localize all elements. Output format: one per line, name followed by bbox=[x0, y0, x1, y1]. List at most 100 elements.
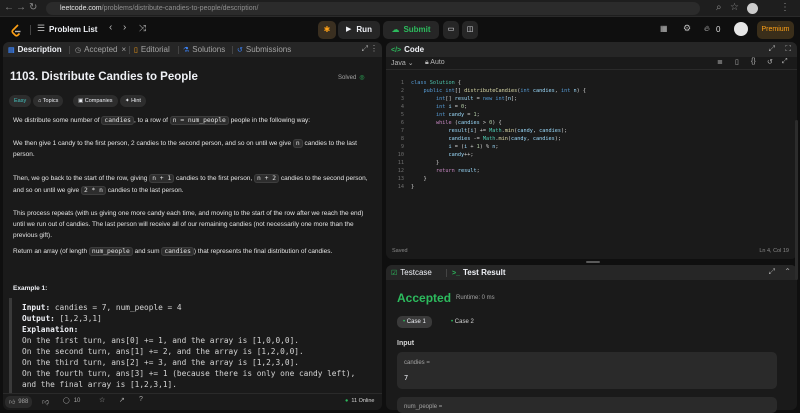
companies-button[interactable]: ▣ Companies bbox=[73, 95, 118, 107]
format-icon[interactable]: ≣ bbox=[717, 58, 723, 66]
problem-title[interactable]: 1103. Distribute Candies to People bbox=[10, 71, 198, 83]
tab-submissions[interactable]: ↺ Submissions bbox=[237, 42, 291, 57]
code-line: int i = 0; bbox=[436, 104, 468, 110]
code-line: result[i] += Math.min(candy, candies); bbox=[448, 128, 568, 134]
example-line: On the first turn, ans[0] += 1, and the … bbox=[22, 336, 299, 345]
tab-separator bbox=[232, 46, 233, 54]
line-number: 12 bbox=[397, 168, 404, 174]
menu-icon[interactable]: ⋮ bbox=[780, 2, 790, 13]
run-button[interactable]: ▶ Run bbox=[338, 21, 380, 39]
code-line: candy++; bbox=[448, 152, 474, 158]
back-icon[interactable]: ← bbox=[4, 2, 14, 13]
tab-test-result[interactable]: >_ Test Result bbox=[452, 265, 506, 280]
inline-code: n bbox=[292, 139, 303, 148]
paragraph-3: Then, we go back to the start of the row… bbox=[13, 174, 368, 183]
address-bar[interactable]: leetcode.com/problems/distribute-candies… bbox=[46, 2, 700, 15]
bookmark-icon[interactable]: ☆ bbox=[730, 2, 739, 13]
bookmark-icon[interactable]: ▯ bbox=[735, 58, 739, 66]
history-icon: ↺ bbox=[237, 47, 243, 54]
line-number: 6 bbox=[400, 120, 404, 126]
star-icon[interactable]: ☆ bbox=[99, 396, 105, 404]
share-icon[interactable]: ↗ bbox=[119, 396, 125, 404]
online-count: 11 Online bbox=[351, 398, 375, 404]
play-icon: ▶ bbox=[346, 26, 352, 33]
tab-solutions[interactable]: ⚗ Solutions bbox=[183, 42, 225, 57]
like-button[interactable]: 👍︎ 988 bbox=[5, 396, 33, 408]
submit-label: Submit bbox=[403, 25, 431, 34]
problem-list-link[interactable]: Problem List bbox=[49, 25, 97, 34]
line-number: 9 bbox=[400, 144, 404, 150]
zoom-icon[interactable]: ⌕ bbox=[716, 2, 722, 13]
like-count: 988 bbox=[18, 399, 29, 405]
reset-icon[interactable]: ↺ bbox=[767, 58, 773, 66]
line-number: 3 bbox=[400, 96, 404, 102]
comments-button[interactable]: ◯ 10 bbox=[63, 397, 80, 405]
forward-icon[interactable]: → bbox=[16, 2, 26, 13]
help-icon[interactable]: ? bbox=[139, 396, 143, 403]
example-output: Output: [1,2,3,1] bbox=[22, 314, 102, 325]
paragraph-1: We distribute some number of candies, to… bbox=[13, 116, 311, 125]
reload-icon[interactable]: ↻ bbox=[29, 2, 37, 13]
expand-icon[interactable]: ⤢ bbox=[769, 267, 775, 277]
example-line: On the fourth turn, ans[3] += 1 (because… bbox=[22, 369, 356, 378]
code-icon: </> bbox=[391, 47, 402, 54]
more-icon[interactable]: ⋮ bbox=[370, 44, 378, 53]
hint-button[interactable]: ✦ Hint bbox=[120, 95, 146, 107]
dislike-icon[interactable]: 👎︎ bbox=[42, 397, 49, 406]
difficulty-badge: Easy bbox=[9, 95, 32, 107]
fullscreen-icon[interactable]: ⤢ bbox=[782, 58, 788, 66]
layout-icon[interactable]: ▦ bbox=[660, 24, 668, 33]
paragraph-4-line-3: previous gift). bbox=[13, 232, 53, 239]
case-1-tab[interactable]: • Case 1 bbox=[397, 316, 432, 328]
list-icon[interactable]: ☰ bbox=[37, 23, 45, 34]
prev-problem-icon[interactable]: ‹ bbox=[109, 22, 112, 33]
whiteboard-icon[interactable]: ◫ bbox=[462, 21, 478, 39]
submit-button[interactable]: ☁ Submit bbox=[383, 21, 439, 39]
shuffle-icon[interactable]: ⤨ bbox=[139, 23, 146, 34]
profile-avatar[interactable] bbox=[747, 3, 758, 14]
topics-button[interactable]: ⌂ Topics bbox=[33, 95, 64, 107]
code-line: i = (i + 1) % n; bbox=[448, 144, 499, 150]
inline-code: num_people bbox=[88, 247, 133, 256]
code-line: int candy = 1; bbox=[436, 112, 480, 118]
settings-icon[interactable]: ⚙ bbox=[683, 23, 691, 34]
premium-button[interactable]: Premium bbox=[757, 21, 794, 39]
leetcode-logo-icon[interactable] bbox=[10, 24, 22, 37]
online-indicator: ● 11 Online bbox=[345, 398, 374, 404]
user-avatar[interactable] bbox=[734, 22, 748, 36]
fullscreen-icon[interactable]: ⛶ bbox=[785, 44, 791, 54]
tab-description[interactable]: ▤ Description bbox=[8, 42, 62, 57]
book-icon: ▯ bbox=[134, 47, 138, 54]
tab-testcase[interactable]: ☑ Testcase bbox=[391, 265, 432, 280]
inline-code: 2 * n bbox=[80, 186, 106, 195]
tab-separator bbox=[446, 269, 447, 277]
flask-icon: ⚗ bbox=[183, 47, 190, 54]
code-line: while (candies > 0) { bbox=[436, 120, 502, 126]
tab-accepted[interactable]: ◷ Accepted × bbox=[75, 42, 126, 57]
saved-status: Saved bbox=[392, 248, 408, 254]
next-problem-icon[interactable]: › bbox=[123, 22, 126, 33]
case-2-tab[interactable]: • Case 2 bbox=[445, 316, 480, 328]
code-line: public int[] distributeCandies(int candi… bbox=[423, 88, 586, 94]
tab-code[interactable]: </> Code bbox=[391, 42, 424, 57]
auto-toggle[interactable]: 🔒︎ Auto bbox=[425, 59, 445, 67]
collapse-icon[interactable]: ⌃ bbox=[784, 267, 791, 276]
expand-icon[interactable]: ⤢ bbox=[362, 44, 368, 54]
scrollbar[interactable] bbox=[795, 120, 798, 280]
notes-icon[interactable]: ▭ bbox=[443, 21, 459, 39]
braces-icon[interactable]: {} bbox=[751, 58, 756, 65]
tab-editorial[interactable]: ▯ Editorial bbox=[134, 42, 170, 57]
example-output-value: [1,2,3,1] bbox=[54, 314, 102, 323]
resize-handle[interactable] bbox=[586, 261, 600, 263]
language-select[interactable]: Java ⌄ bbox=[391, 59, 414, 67]
close-tab-icon[interactable]: × bbox=[121, 45, 126, 54]
debug-icon[interactable]: ✱ bbox=[318, 21, 336, 39]
example-line: On the second turn, ans[1] += 2, and the… bbox=[22, 347, 304, 356]
tab-separator bbox=[178, 46, 179, 54]
example-border bbox=[9, 298, 12, 393]
streak-icon[interactable]: 🔥︎ bbox=[704, 24, 710, 34]
tab-testcase-label: Testcase bbox=[400, 268, 432, 277]
expand-icon[interactable]: ⤢ bbox=[769, 44, 775, 54]
app-header: ☰ Problem List ‹ › ⤨ ✱ ▶ Run ☁ Submit ▭ … bbox=[0, 17, 800, 43]
line-number: 10 bbox=[397, 152, 404, 158]
